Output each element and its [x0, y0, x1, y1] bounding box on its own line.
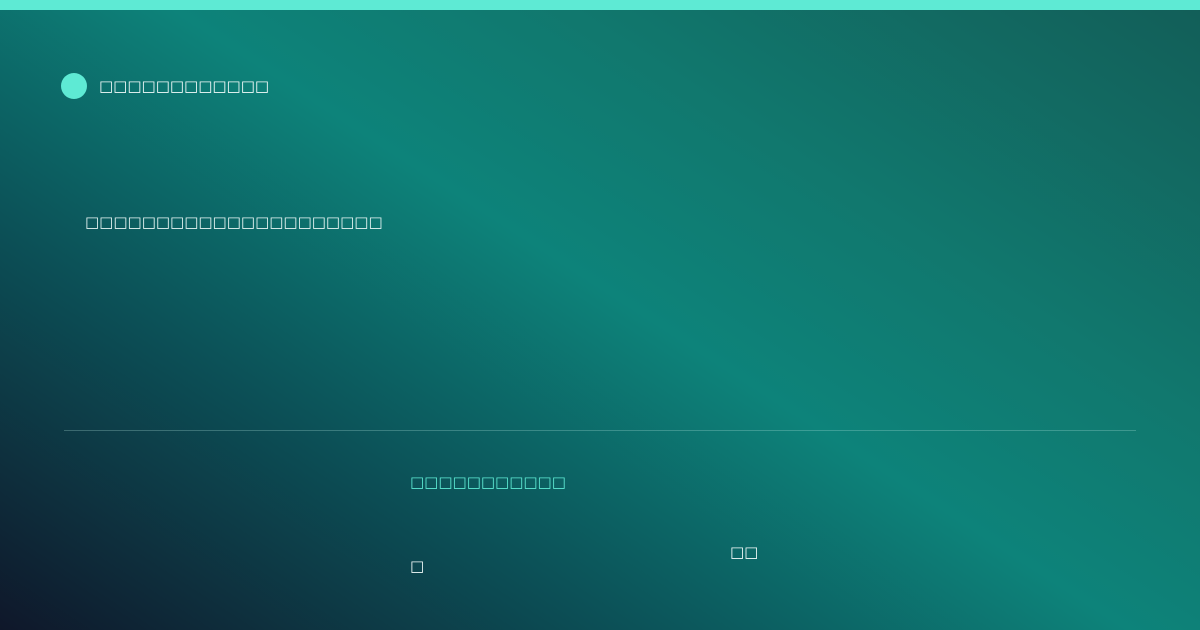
dot-icon: [61, 73, 87, 99]
headline: □□□□□□□□□□□□□□□□□□□□□: [85, 213, 383, 231]
brand-row: □□□□□□□□□□□□: [61, 73, 269, 99]
top-accent-bar: [0, 0, 1200, 10]
footer-value: □: [410, 557, 425, 575]
footer-side-text: □□: [730, 543, 759, 561]
divider: [64, 430, 1136, 431]
brand-name: □□□□□□□□□□□□: [99, 77, 270, 95]
footer-label: □□□□□□□□□□□: [410, 473, 566, 491]
